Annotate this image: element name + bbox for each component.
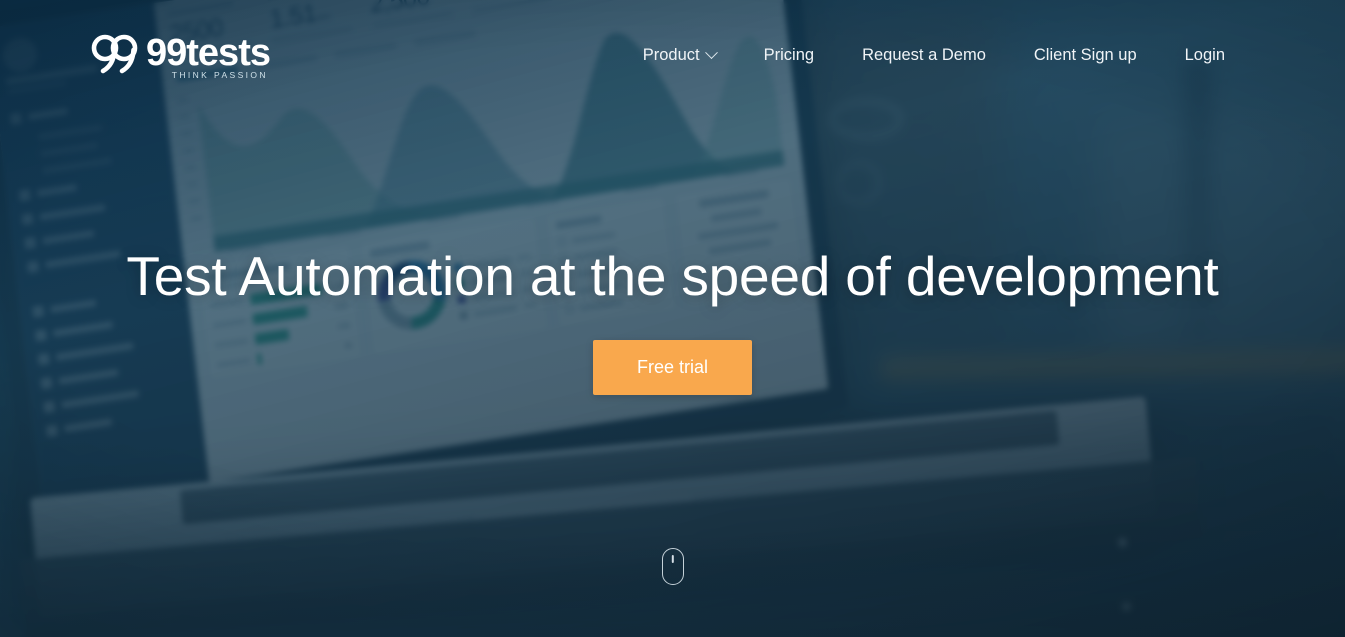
hero-content: Test Automation at the speed of developm… — [0, 245, 1345, 395]
nav-label: Client Sign up — [1033, 45, 1137, 64]
nav-label: Product — [642, 45, 700, 64]
header-bar: 99tests THINK PASSION Product Pricing Re… — [0, 0, 1345, 110]
99-double-nine-icon — [88, 31, 150, 75]
hero-section: 2500 1.51sec 2,500 — [0, 0, 1345, 637]
brand-logo[interactable]: 99tests THINK PASSION — [88, 31, 271, 80]
nav-label: Login — [1184, 45, 1225, 64]
free-trial-button[interactable]: Free trial — [592, 339, 752, 395]
nav-item-client-sign-up[interactable]: Client Sign up — [1010, 36, 1161, 75]
nav-item-product[interactable]: Product — [619, 36, 740, 75]
scroll-wheel — [671, 555, 674, 563]
nav-item-login[interactable]: Login — [1161, 36, 1249, 75]
nav-label: Request a Demo — [862, 45, 986, 64]
nav-item-pricing[interactable]: Pricing — [740, 36, 838, 75]
main-navigation: Product Pricing Request a Demo Client Si… — [619, 36, 1249, 75]
mouse-scroll-icon[interactable] — [661, 548, 684, 585]
nav-label: Pricing — [763, 45, 815, 64]
chevron-down-icon — [704, 45, 718, 59]
page-title: Test Automation at the speed of developm… — [126, 245, 1219, 307]
nav-item-request-a-demo[interactable]: Request a Demo — [838, 36, 1010, 75]
brand-logo-row: 99tests — [88, 31, 271, 75]
brand-name: 99tests — [146, 31, 271, 74]
brand-tagline: THINK PASSION — [171, 69, 268, 80]
